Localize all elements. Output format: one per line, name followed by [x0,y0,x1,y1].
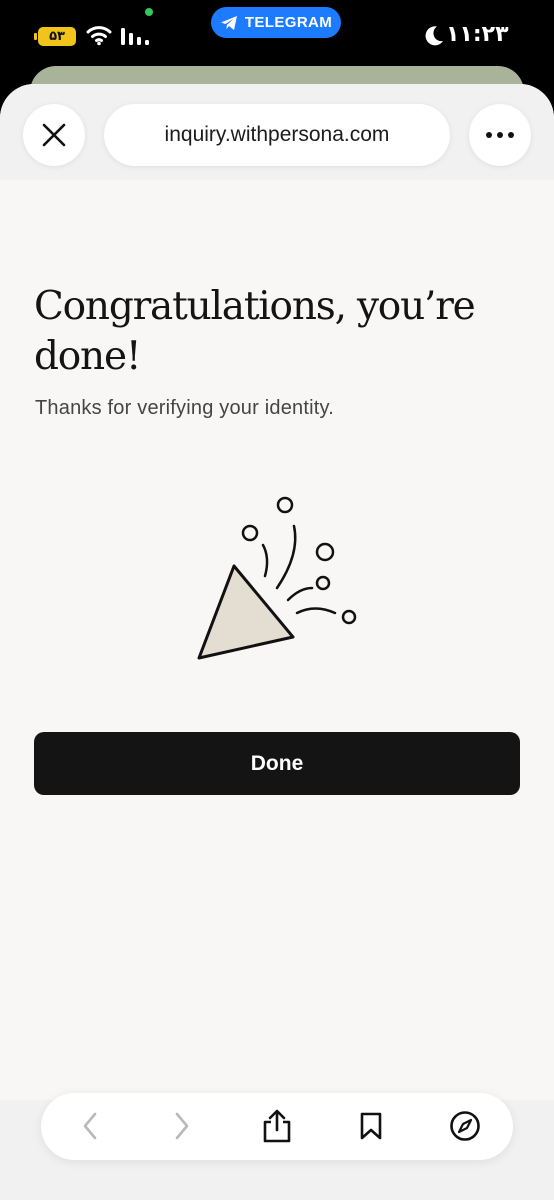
browser-sheet: inquiry.withpersona.com Congratulations,… [0,84,554,1200]
back-icon [83,1112,97,1140]
share-icon [263,1109,291,1143]
forward-icon [175,1112,189,1140]
bookmarks-button[interactable] [352,1107,390,1145]
close-icon [42,123,66,147]
done-button[interactable]: Done [34,732,520,795]
tabs-button[interactable] [446,1107,484,1145]
more-button[interactable] [469,104,531,166]
url-text: inquiry.withpersona.com [164,123,390,146]
bookmarks-icon [360,1112,382,1140]
forward-button[interactable] [163,1107,201,1145]
battery-level: ۵۳ [49,29,65,44]
wifi-icon [86,26,112,46]
done-label: Done [250,751,304,775]
party-popper-icon [197,496,357,660]
page-title: Congratulations, you’re done! [34,284,476,379]
more-icon [486,132,514,138]
page-subtitle: Thanks for verifying your identity. [35,397,334,419]
status-bar: ۵۳ TELEGRAM ۱۱:۲۳ [0,0,554,70]
telegram-icon [220,15,237,30]
close-button[interactable] [23,104,85,166]
status-time: ۱۱:۲۳ [446,22,509,47]
url-bar[interactable]: inquiry.withpersona.com [104,104,450,166]
back-button[interactable] [71,1107,109,1145]
share-button[interactable] [258,1107,296,1145]
telegram-pill[interactable]: TELEGRAM [211,7,341,38]
camera-indicator [145,8,153,16]
moon-icon [425,26,443,46]
signal-icon [121,28,149,45]
browser-toolbar [41,1093,513,1160]
battery-icon: ۵۳ [38,27,76,46]
battery-tip [34,33,37,40]
telegram-label: TELEGRAM [244,14,333,31]
compass-icon [450,1111,480,1141]
